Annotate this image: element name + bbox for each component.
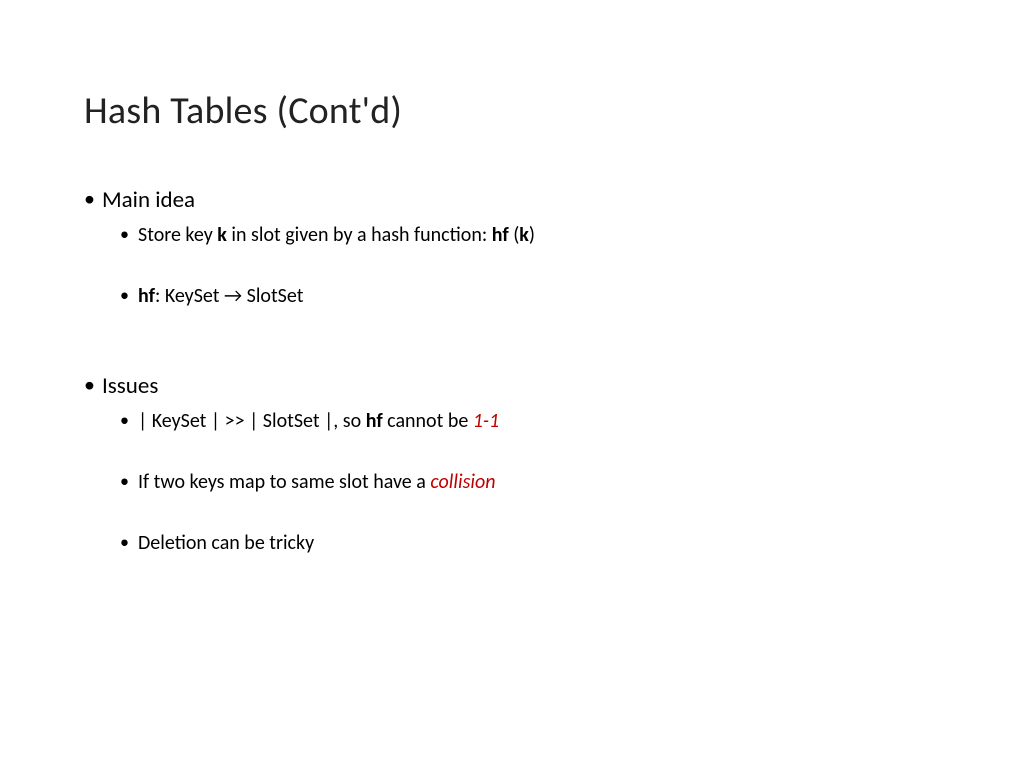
text: cannot be [383, 409, 473, 433]
text: Store key [138, 223, 217, 247]
bullet-deletion: Deletion can be tricky [120, 530, 940, 557]
emph-1-1: 1-1 [473, 409, 499, 433]
spacer [84, 344, 940, 372]
text: Deletion can be tricky [138, 531, 314, 555]
text: in slot given by a hash function: [227, 223, 492, 247]
text: SlotSet [242, 284, 303, 308]
section-issues: Issues | KeySet | >> | SlotSet |, so hf … [84, 372, 940, 557]
sub-list: Store key k in slot given by a hash func… [102, 222, 940, 310]
sub-list: | KeySet | >> | SlotSet |, so hf cannot … [102, 408, 940, 557]
section-main-idea: Main idea Store key k in slot given by a… [84, 186, 940, 310]
section-heading: Main idea [102, 186, 195, 214]
text: | KeySet | >> | SlotSet |, so [138, 409, 366, 433]
bullet-list: Main idea Store key k in slot given by a… [84, 186, 940, 310]
var-k: k [519, 223, 529, 247]
text: ( [509, 223, 520, 247]
slide-title: Hash Tables (Cont'd) [84, 88, 940, 134]
fn-hf: hf [492, 223, 509, 247]
bullet-list: Issues | KeySet | >> | SlotSet |, so hf … [84, 372, 940, 557]
var-k: k [217, 223, 227, 247]
text: : KeySet [155, 284, 224, 308]
text: If two keys map to same slot have a [138, 470, 430, 494]
fn-hf: hf [366, 409, 383, 433]
emph-collision: collision [430, 470, 495, 494]
slide: Hash Tables (Cont'd) Main idea Store key… [0, 0, 1024, 768]
section-heading: Issues [102, 372, 158, 400]
bullet-not-one-to-one: | KeySet | >> | SlotSet |, so hf cannot … [120, 408, 940, 435]
bullet-collision: If two keys map to same slot have a coll… [120, 469, 940, 496]
bullet-hf-mapping: hf: KeySet → SlotSet [120, 283, 940, 310]
arrow-icon: → [224, 284, 242, 308]
bullet-store-key: Store key k in slot given by a hash func… [120, 222, 940, 249]
fn-hf: hf [138, 284, 155, 308]
text: ) [529, 223, 535, 247]
